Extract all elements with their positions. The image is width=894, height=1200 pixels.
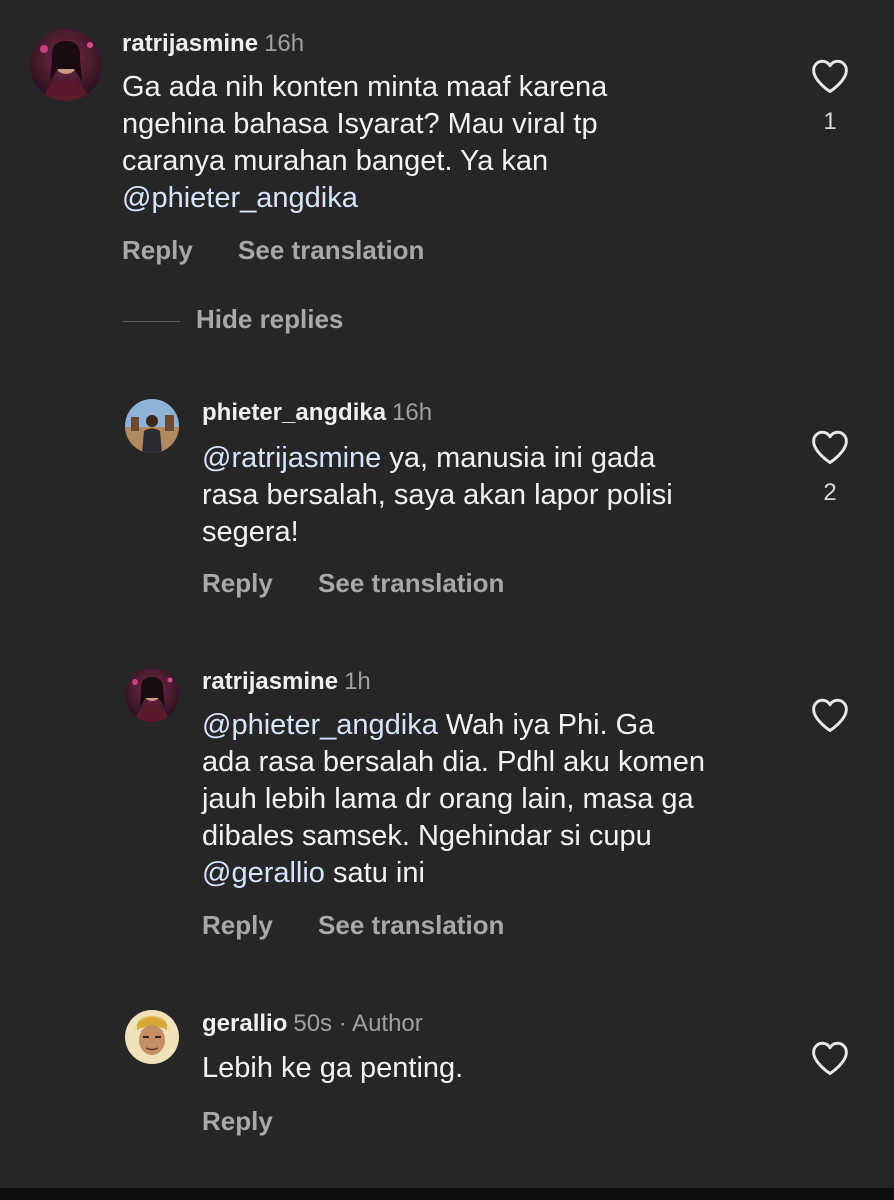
comment-line: Ga ada nih konten minta maaf karena [122,71,608,103]
comment-line-text: ya, manusia ini gada [381,442,656,474]
like-button[interactable]: 2 [810,429,850,507]
see-translation-button[interactable]: See translation [318,568,504,598]
reply-button[interactable]: Reply [122,235,193,265]
like-count: 1 [823,108,837,135]
avatar[interactable] [125,1010,179,1064]
comment-line: caranya murahan banget. Ya kan [122,145,549,177]
timestamp: 1h [344,668,371,695]
heart-outline-icon [812,1041,848,1076]
username[interactable]: ratrijasmine [202,668,338,695]
comment-actions: Reply [202,1106,273,1137]
comment-actions: Reply See translation [202,568,504,599]
mention-link[interactable]: @ratrijasmine [202,442,381,474]
username[interactable]: ratrijasmine [122,30,258,57]
avatar[interactable] [125,668,179,722]
comment-text: Lebih ke ga penting. [202,1050,463,1087]
comment-line-text: Wah iya Phi. Ga [437,709,655,741]
comment-line: ngehina bahasa Isyarat? Mau viral tp [122,108,598,140]
hide-replies-button[interactable]: Hide replies [122,304,343,335]
bottom-edge [0,1188,894,1200]
comment-line: segera! [202,516,299,548]
divider [122,320,180,322]
comment-meta: ratrijasmine 1h [202,668,371,696]
comment-line: ada rasa bersalah dia. Pdhl aku komen [202,746,705,778]
comment-line: @gerallio satu ini [202,855,705,892]
comment-line: @phieter_angdika Wah iya Phi. Ga [202,707,705,744]
comment-text: Ga ada nih konten minta maaf karena ngeh… [122,69,607,217]
timestamp: 16h [264,30,305,57]
timestamp: 16h [392,399,433,426]
reply-button[interactable]: Reply [202,1106,273,1136]
comment-actions: Reply See translation [122,235,424,266]
comment-line: dibales samsek. Ngehindar si cupu [202,820,652,852]
comment-actions: Reply See translation [202,910,504,941]
see-translation-button[interactable]: See translation [318,910,504,940]
hide-replies-label: Hide replies [196,304,344,334]
like-button[interactable] [810,1040,850,1076]
timestamp: 50s · Author [293,1010,423,1037]
comment-text: @ratrijasmine ya, manusia ini gada rasa … [202,440,673,551]
comment-line-text: satu ini [324,857,425,889]
like-count: 2 [823,479,837,506]
heart-outline-icon [812,59,848,94]
like-button[interactable] [810,697,850,733]
comment-line: jauh lebih lama dr orang lain, masa ga [202,783,694,815]
reply-button[interactable]: Reply [202,910,273,940]
reply-button[interactable]: Reply [202,568,273,598]
heart-outline-icon [812,698,848,733]
username[interactable]: gerallio [202,1010,287,1037]
comment-meta: gerallio 50s · Author [202,1010,423,1038]
comment-line: Lebih ke ga penting. [202,1052,464,1084]
heart-outline-icon [812,430,848,465]
see-translation-button[interactable]: See translation [238,235,424,265]
comment-text: @phieter_angdika Wah iya Phi. Ga ada ras… [202,707,705,892]
mention-link[interactable]: @phieter_angdika [202,709,438,741]
mention-link[interactable]: @gerallio [202,857,325,889]
avatar[interactable] [125,399,179,453]
username[interactable]: phieter_angdika [202,399,386,426]
comment-line: @ratrijasmine ya, manusia ini gada [202,440,673,477]
comment-line: rasa bersalah, saya akan lapor polisi [202,479,673,511]
like-button[interactable]: 1 [810,58,850,136]
avatar[interactable] [30,29,102,101]
comment-meta: ratrijasmine 16h [122,30,304,58]
comment-meta: phieter_angdika 16h [202,399,432,427]
mention-link[interactable]: @phieter_angdika [122,180,607,217]
